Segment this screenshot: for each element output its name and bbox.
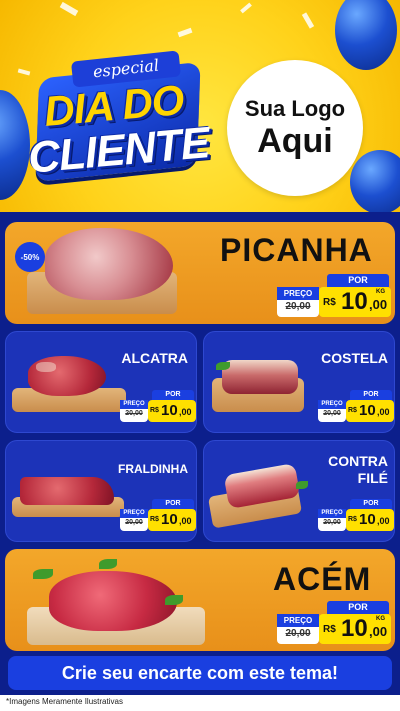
footer-disclaimer: *Imagens Meramente Ilustrativas: [6, 697, 123, 706]
price-tag: POR PREÇO 20,00 R$ 10 ,00: [318, 390, 394, 424]
price-tag: POR PREÇO 20,00 R$ 10 ,00: [120, 499, 196, 533]
old-price-value: 20,00: [125, 410, 143, 417]
product-name: ACÉM: [273, 561, 372, 597]
old-price-value: 20,00: [285, 301, 311, 312]
logo-text-2: Aqui: [257, 122, 333, 160]
old-price-value: 20,00: [323, 519, 341, 526]
product-name: COSTELA: [321, 350, 388, 366]
header-banner: especial DIA DO CLIENTE Sua Logo Aqui: [0, 0, 400, 212]
price-por-label: POR: [152, 499, 194, 509]
currency: R$: [150, 516, 159, 523]
product-card-alcatra[interactable]: ALCATRA POR PREÇO 20,00 R$ 10 ,00: [5, 331, 197, 433]
new-price: R$ 10 ,00: [148, 509, 196, 531]
currency: R$: [323, 297, 336, 308]
price-tag: POR PREÇO 20,00 R$ 10 ,00 KG: [277, 274, 393, 320]
price-integer: 10: [359, 511, 376, 528]
price-unit: KG: [376, 616, 385, 622]
product-card-picanha[interactable]: -50% PICANHA POR PREÇO 20,00 R$ 10 ,00 K…: [5, 222, 395, 324]
new-price: R$ 10 ,00 KG: [319, 614, 391, 644]
meat-image: [45, 228, 173, 300]
product-name: ALCATRA: [121, 350, 188, 366]
product-card-costela[interactable]: COSTELA POR PREÇO 20,00 R$ 10 ,00: [203, 331, 395, 433]
herb-garnish: [216, 362, 230, 370]
product-name: FRALDINHA: [118, 462, 188, 476]
price-decimal: ,00: [377, 516, 390, 526]
old-price: PREÇO 20,00: [120, 400, 148, 422]
dia-do-cliente-badge: especial DIA DO CLIENTE: [24, 50, 214, 183]
product-name: PICANHA: [220, 232, 373, 268]
logo-text-1: Sua Logo: [244, 96, 346, 121]
price-tag: POR PREÇO 20,00 R$ 10 ,00: [318, 499, 394, 533]
price-por-label: POR: [152, 390, 194, 400]
product-name-line-1: CONTRA: [328, 453, 388, 469]
price-por-label: POR: [350, 390, 392, 400]
new-price: R$ 10 ,00 KG: [319, 287, 391, 317]
old-price-label: PREÇO: [120, 400, 148, 409]
old-price: PREÇO 20,00: [277, 287, 319, 317]
balloon-right: [335, 0, 397, 70]
price-decimal: ,00: [369, 297, 388, 312]
price-integer: 10: [341, 615, 368, 642]
balloon-right-lower: [350, 150, 400, 212]
new-price: R$ 10 ,00: [346, 400, 394, 422]
price-decimal: ,00: [179, 516, 192, 526]
currency: R$: [323, 624, 336, 635]
old-price-label: PREÇO: [120, 509, 148, 518]
price-decimal: ,00: [369, 624, 388, 639]
currency: R$: [348, 407, 357, 414]
product-card-fraldinha[interactable]: FRALDINHA POR PREÇO 20,00 R$ 10 ,00: [5, 440, 197, 542]
price-por-label: POR: [327, 274, 389, 287]
old-price: PREÇO 20,00: [318, 400, 346, 422]
price-integer: 10: [359, 402, 376, 419]
streamer: [250, 0, 320, 40]
old-price-label: PREÇO: [318, 400, 346, 409]
currency: R$: [348, 516, 357, 523]
old-price-value: 20,00: [125, 519, 143, 526]
logo-placeholder[interactable]: Sua Logo Aqui: [227, 60, 363, 196]
old-price: PREÇO 20,00: [318, 509, 346, 531]
product-name-line-2: FILÉ: [357, 470, 388, 486]
price-integer: 10: [341, 288, 368, 315]
price-decimal: ,00: [377, 407, 390, 417]
price-integer: 10: [161, 402, 178, 419]
herb-garnish: [296, 481, 308, 489]
herb-garnish: [165, 595, 183, 605]
meat-fat: [36, 362, 56, 372]
old-price-label: PREÇO: [277, 287, 319, 300]
old-price-label: PREÇO: [277, 614, 319, 627]
price-tag: POR PREÇO 20,00 R$ 10 ,00: [120, 390, 196, 424]
old-price-value: 20,00: [285, 628, 311, 639]
cta-banner[interactable]: Crie seu encarte com este tema!: [8, 656, 392, 690]
discount-badge: -50%: [15, 242, 45, 272]
price-integer: 10: [161, 511, 178, 528]
price-decimal: ,00: [179, 407, 192, 417]
confetti: [59, 1, 79, 17]
old-price-label: PREÇO: [318, 509, 346, 518]
price-unit: KG: [376, 289, 385, 295]
old-price: PREÇO 20,00: [277, 614, 319, 644]
price-tag: POR PREÇO 20,00 R$ 10 ,00 KG: [277, 601, 393, 647]
new-price: R$ 10 ,00: [346, 509, 394, 531]
meat-image: [222, 360, 298, 394]
price-por-label: POR: [350, 499, 392, 509]
old-price: PREÇO 20,00: [120, 509, 148, 531]
herb-garnish: [99, 559, 117, 569]
product-card-acem[interactable]: ACÉM POR PREÇO 20,00 R$ 10 ,00 KG: [5, 549, 395, 651]
new-price: R$ 10 ,00: [148, 400, 196, 422]
currency: R$: [150, 407, 159, 414]
herb-garnish: [33, 569, 53, 579]
meat-image: [49, 571, 177, 631]
price-por-label: POR: [327, 601, 389, 614]
old-price-value: 20,00: [323, 410, 341, 417]
meat-image: [20, 477, 114, 505]
product-card-contra-file[interactable]: CONTRA FILÉ POR PREÇO 20,00 R$ 10 ,00: [203, 440, 395, 542]
